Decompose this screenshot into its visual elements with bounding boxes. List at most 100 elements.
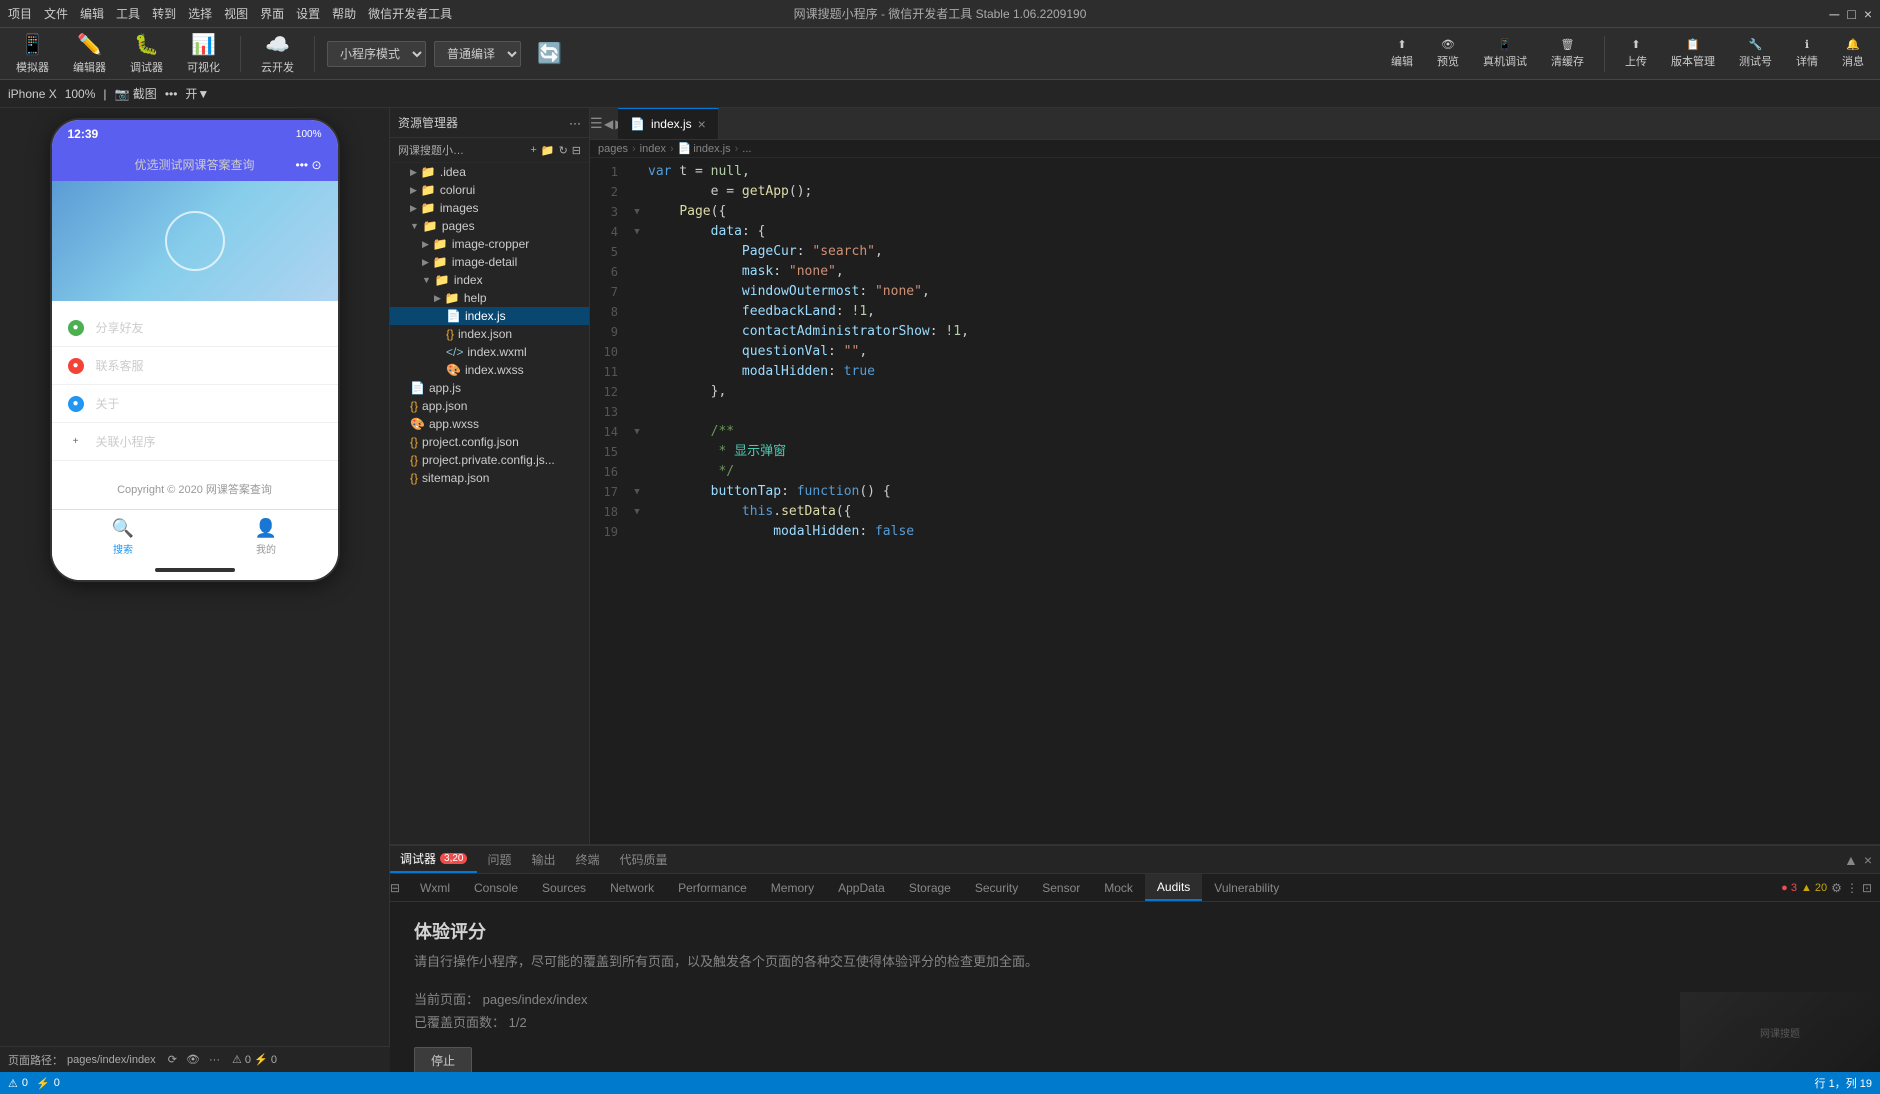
menu-help[interactable]: 帮助: [332, 5, 356, 22]
devtools-tab-performance[interactable]: Performance: [666, 874, 759, 901]
undock-icon[interactable]: ⊡: [1862, 881, 1872, 895]
menu-devtools[interactable]: 微信开发者工具: [368, 5, 452, 22]
tree-item-colorui[interactable]: ▶ 📁 colorui: [390, 181, 589, 199]
devtools-tab-mock[interactable]: Mock: [1092, 874, 1145, 901]
device-selector[interactable]: iPhone X: [8, 87, 57, 101]
line-fold[interactable]: ▼: [630, 222, 644, 242]
line-fold[interactable]: ▼: [630, 422, 644, 442]
tree-item-indexjson[interactable]: {} index.json: [390, 325, 589, 343]
menu-select[interactable]: 选择: [188, 5, 212, 22]
debugger-button[interactable]: 🐛 调试器: [122, 28, 171, 79]
tree-item-image-detail[interactable]: ▶ 📁 image-detail: [390, 253, 589, 271]
minimize-button[interactable]: ─: [1829, 6, 1839, 22]
devtools-tab-sources[interactable]: Sources: [590, 874, 598, 901]
line-fold[interactable]: ▼: [630, 502, 644, 522]
status-warnings[interactable]: ⚡ 0: [36, 1077, 60, 1090]
mode-dropdown[interactable]: 小程序模式: [327, 41, 426, 67]
tree-item-help[interactable]: ▶ 📁 help: [390, 289, 589, 307]
tree-item-image-cropper[interactable]: ▶ 📁 image-cropper: [390, 235, 589, 253]
tree-item-projectprivate[interactable]: {} project.private.config.js...: [390, 451, 589, 469]
tree-item-indexjs[interactable]: 📄 index.js: [390, 307, 589, 325]
phone-tab-mine[interactable]: 👤 我的: [195, 518, 338, 556]
preview-button[interactable]: 👁 预览: [1429, 34, 1467, 73]
line-fold[interactable]: ▼: [630, 482, 644, 502]
version-button[interactable]: 📋 版本管理: [1663, 34, 1723, 73]
screenshot-more[interactable]: •••: [165, 87, 178, 101]
tree-item-idea[interactable]: ▶ 📁 .idea: [390, 163, 589, 181]
message-button[interactable]: 🔔 消息: [1834, 34, 1872, 73]
menu-goto[interactable]: 转到: [152, 5, 176, 22]
phone-menu-link[interactable]: + 关联小程序: [52, 423, 338, 461]
refresh-button[interactable]: 🔄: [529, 37, 570, 70]
phone-menu-share[interactable]: ● 分享好友: [52, 309, 338, 347]
phone-header-menu[interactable]: ••• ⊙: [296, 158, 322, 172]
test-button[interactable]: 🔧 测试号: [1731, 34, 1780, 73]
devtools-tab-appdata[interactable]: AppData: [826, 874, 897, 901]
status-errors[interactable]: ⚠ 0: [8, 1077, 28, 1090]
details-button[interactable]: ℹ 详情: [1788, 34, 1826, 73]
upload-button[interactable]: ⬆ 上传: [1617, 34, 1655, 73]
tree-item-projectconfig[interactable]: {} project.config.json: [390, 433, 589, 451]
simulator-button[interactable]: 📱 模拟器: [8, 28, 57, 79]
menu-view[interactable]: 视图: [224, 5, 248, 22]
menu-interface[interactable]: 界面: [260, 5, 284, 22]
menu-settings[interactable]: 设置: [296, 5, 320, 22]
devtools-tab-sensor[interactable]: Sensor: [1030, 874, 1092, 901]
real-debug-button[interactable]: 📱 真机调试: [1475, 34, 1535, 73]
new-folder-icon[interactable]: 📁: [541, 144, 555, 157]
menu-tools[interactable]: 工具: [116, 5, 140, 22]
devtools-tab-security[interactable]: Security: [963, 874, 1030, 901]
page-path-eye[interactable]: 👁: [186, 1054, 200, 1066]
back-icon[interactable]: ◀: [604, 117, 613, 131]
bottom-tab-quality[interactable]: 代码质量: [610, 846, 678, 873]
breadcrumb-more[interactable]: ...: [742, 143, 751, 155]
tree-item-images[interactable]: ▶ 📁 images: [390, 199, 589, 217]
visual-button[interactable]: 📊 可视化: [179, 28, 228, 79]
phone-tab-search[interactable]: 🔍 搜索: [52, 518, 195, 556]
devtools-tab-vulnerability[interactable]: Vulnerability: [1202, 874, 1291, 901]
editor-button[interactable]: ✏️ 编辑器: [65, 28, 114, 79]
close-panel-button[interactable]: ×: [1864, 852, 1872, 868]
phone-play-button[interactable]: [165, 211, 225, 271]
phone-menu-about[interactable]: ● 关于: [52, 385, 338, 423]
devtools-tab-storage[interactable]: Storage: [897, 874, 963, 901]
maximize-button[interactable]: □: [1847, 6, 1855, 22]
compile-right-button[interactable]: ⬆ 编辑: [1383, 34, 1421, 73]
tree-item-sitemap[interactable]: {} sitemap.json: [390, 469, 589, 487]
tree-item-index[interactable]: ▼ 📁 index: [390, 271, 589, 289]
collapse-tree-icon[interactable]: ⊟: [572, 144, 581, 157]
settings-icon[interactable]: ⚙: [1831, 881, 1842, 895]
clear-cache-button[interactable]: 🗑 清缓存: [1543, 34, 1592, 73]
page-path-reload[interactable]: ⟳: [168, 1054, 177, 1066]
devtools-tab-audits[interactable]: Audits: [1145, 874, 1202, 901]
line-fold[interactable]: ▼: [630, 202, 644, 222]
screenshot-button[interactable]: 📷 截图: [115, 85, 157, 102]
breadcrumb-file[interactable]: 📄 index.js: [678, 142, 731, 155]
bottom-tab-terminal[interactable]: 终端: [590, 846, 610, 873]
tree-item-pages[interactable]: ▼ 📁 pages: [390, 217, 589, 235]
close-button[interactable]: ×: [1864, 6, 1872, 22]
editor-tab-indexjs[interactable]: 📄 index.js ×: [618, 108, 719, 139]
filetree-project[interactable]: 网课搜题小… + 📁 ↻ ⊟: [390, 138, 589, 163]
tree-item-appwxss[interactable]: 🎨 app.wxss: [390, 415, 589, 433]
editor-sidebar-toggle[interactable]: ☰: [590, 108, 604, 139]
cloud-button[interactable]: ☁️ 云开发: [253, 28, 302, 79]
tree-item-appjson[interactable]: {} app.json: [390, 397, 589, 415]
tab-close-button[interactable]: ×: [698, 116, 706, 132]
compile-dropdown[interactable]: 普通编译: [434, 41, 521, 67]
tree-item-indexwxss[interactable]: 🎨 index.wxss: [390, 361, 589, 379]
expand-panel-button[interactable]: ▲: [1844, 852, 1858, 868]
more-icon[interactable]: ⋮: [1846, 881, 1858, 895]
page-path-more[interactable]: ···: [209, 1054, 220, 1066]
zoom-level[interactable]: 100%: [65, 87, 96, 101]
camera-toggle[interactable]: 开▼: [185, 85, 209, 102]
breadcrumb-index[interactable]: index: [640, 143, 666, 155]
filetree-more[interactable]: ···: [569, 116, 581, 130]
menu-file[interactable]: 文件: [44, 5, 68, 22]
refresh-tree-icon[interactable]: ↻: [559, 144, 568, 157]
devtools-tab-network[interactable]: Network: [598, 874, 666, 901]
tree-item-indexwxml[interactable]: </> index.wxml: [390, 343, 589, 361]
new-file-icon[interactable]: +: [530, 144, 536, 157]
menu-edit[interactable]: 编辑: [80, 5, 104, 22]
phone-menu-service[interactable]: ● 联系客服: [52, 347, 338, 385]
